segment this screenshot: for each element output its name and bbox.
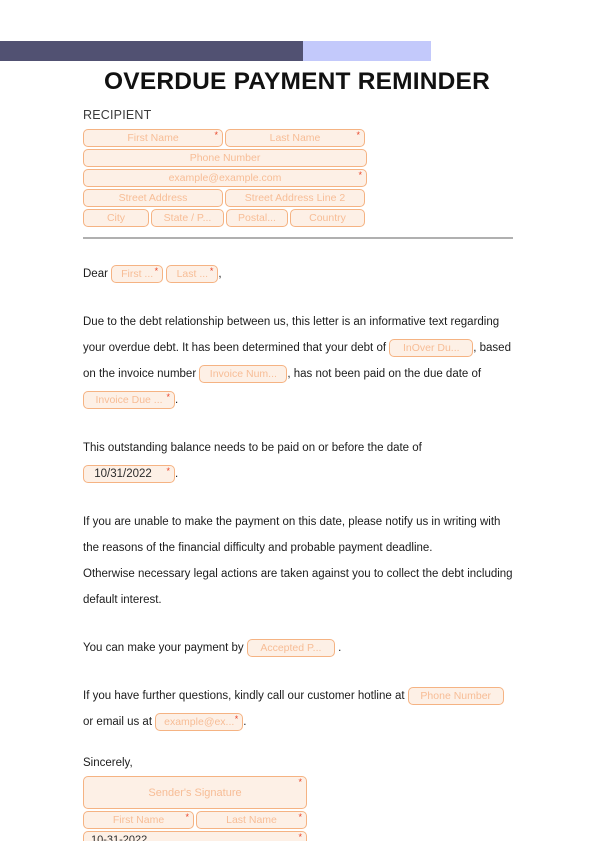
recipient-state-field[interactable]: State / P... [151, 209, 224, 227]
recipient-state-placeholder: State / P... [163, 212, 212, 224]
required-asterisk: * [209, 265, 214, 276]
recipient-email-field[interactable]: example@example.com * [83, 169, 367, 187]
invoice-due-date-placeholder: Invoice Due ... [95, 393, 163, 406]
hotline-phone-placeholder: Phone Number [420, 689, 492, 702]
required-asterisk: * [298, 777, 302, 787]
recipient-last-name-field[interactable]: Last Name * [225, 129, 365, 147]
signature-date-value: 10-31-2022 [91, 834, 148, 841]
paragraph-contact: If you have further questions, kindly ca… [83, 683, 513, 735]
salutation-last-name-placeholder: Last ... [176, 267, 209, 280]
overdue-amount-field[interactable]: InOver Du... [389, 338, 474, 357]
signature-date-field[interactable]: 10-31-2022 * [83, 831, 307, 841]
paragraph-debt: Due to the debt relationship between us,… [83, 309, 513, 413]
paragraph-balance-part2: . [175, 468, 179, 480]
paragraph-balance-part1: This outstanding balance needs to be pai… [83, 442, 422, 454]
invoice-number-placeholder: Invoice Num... [209, 367, 277, 380]
required-asterisk: * [214, 130, 218, 140]
document-page: OVERDUE PAYMENT REMINDER RECIPIENT First… [0, 0, 594, 841]
recipient-phone-field[interactable]: Phone Number [83, 149, 367, 167]
recipient-name-row: First Name * Last Name * [83, 129, 367, 147]
sender-last-name-placeholder: Last Name [226, 814, 277, 826]
paragraph-balance: This outstanding balance needs to be pai… [83, 435, 513, 487]
contact-email-placeholder: example@ex... [164, 715, 235, 728]
recipient-first-name-field[interactable]: First Name * [83, 129, 223, 147]
required-asterisk: * [358, 170, 362, 180]
sender-last-name-field[interactable]: Last Name * [196, 811, 307, 829]
recipient-locality-row: City State / P... Postal... Country [83, 209, 367, 227]
sender-name-row: First Name * Last Name * [83, 811, 513, 829]
salutation-prefix: Dear [83, 268, 108, 280]
header-bar-light [303, 41, 431, 61]
payment-due-date-value: 10/31/2022 [94, 467, 152, 480]
recipient-first-name-placeholder: First Name [127, 132, 179, 144]
hotline-phone-field[interactable]: Phone Number [407, 686, 504, 705]
header-accent-bars [0, 41, 431, 61]
invoice-number-field[interactable]: Invoice Num... [199, 364, 288, 383]
required-asterisk: * [298, 812, 302, 822]
recipient-city-placeholder: City [106, 212, 126, 224]
paragraph-debt-part3: , has not been paid on the due date of [287, 368, 482, 380]
recipient-section-label: RECIPIENT [83, 108, 152, 122]
paragraph-payment: You can make your payment by Accepted P.… [83, 635, 513, 661]
signature-block: Sincerely, Sender's Signature * First Na… [83, 757, 513, 841]
sender-signature-field[interactable]: Sender's Signature * [83, 776, 307, 809]
required-asterisk: * [166, 391, 170, 402]
recipient-postal-field[interactable]: Postal... [226, 209, 288, 227]
recipient-country-placeholder: Country [309, 212, 346, 224]
required-asterisk: * [185, 812, 189, 822]
paragraph-debt-part4: . [175, 394, 179, 406]
salutation-suffix: , [218, 268, 222, 280]
accepted-payment-placeholder: Accepted P... [260, 641, 322, 654]
overdue-amount-placeholder: InOver Du... [402, 341, 460, 354]
recipient-street-address-2-placeholder: Street Address Line 2 [244, 192, 346, 204]
required-asterisk: * [356, 130, 360, 140]
document-content: RECIPIENT First Name * Last Name * Phone… [83, 108, 513, 841]
recipient-street-address-field[interactable]: Street Address [83, 189, 223, 207]
sender-signature-placeholder: Sender's Signature [148, 786, 242, 799]
sender-first-name-placeholder: First Name [112, 814, 165, 826]
paragraph-notice: If you are unable to make the payment on… [83, 509, 513, 613]
recipient-postal-placeholder: Postal... [238, 212, 276, 224]
recipient-phone-placeholder: Phone Number [189, 152, 261, 164]
recipient-email-placeholder: example@example.com [168, 172, 282, 184]
required-asterisk: * [166, 465, 170, 476]
contact-email-field[interactable]: example@ex... * [155, 712, 244, 731]
paragraph-contact-part2: or email us at [83, 716, 153, 728]
salutation-first-name-placeholder: First ... [121, 267, 154, 280]
section-divider [83, 237, 513, 239]
payment-due-date-field[interactable]: 10/31/2022 * [83, 464, 175, 483]
recipient-phone-row: Phone Number [83, 149, 367, 167]
accepted-payment-field[interactable]: Accepted P... [246, 638, 335, 657]
recipient-street-row: Street Address Street Address Line 2 [83, 189, 367, 207]
recipient-street-address-2-field[interactable]: Street Address Line 2 [225, 189, 365, 207]
paragraph-notice-line1: If you are unable to make the payment on… [83, 516, 501, 554]
signature-closing: Sincerely, [83, 757, 133, 769]
recipient-city-field[interactable]: City [83, 209, 149, 227]
paragraph-contact-part1: If you have further questions, kindly ca… [83, 690, 405, 702]
sender-first-name-field[interactable]: First Name * [83, 811, 194, 829]
required-asterisk: * [154, 265, 159, 276]
recipient-street-address-placeholder: Street Address [118, 192, 188, 204]
salutation-last-name-field[interactable]: Last ... * [166, 264, 219, 283]
required-asterisk: * [234, 713, 239, 724]
paragraph-notice-line2: Otherwise necessary legal actions are ta… [83, 568, 513, 606]
paragraph-payment-part2: . [338, 642, 342, 654]
recipient-last-name-placeholder: Last Name [269, 132, 321, 144]
recipient-field-block: First Name * Last Name * Phone Number ex… [83, 129, 367, 227]
recipient-email-row: example@example.com * [83, 169, 367, 187]
paragraph-contact-part3: . [243, 716, 247, 728]
required-asterisk: * [298, 832, 302, 841]
header-bar-dark [0, 41, 303, 61]
page-title: OVERDUE PAYMENT REMINDER [104, 68, 490, 95]
recipient-country-field[interactable]: Country [290, 209, 365, 227]
salutation-first-name-field[interactable]: First ... * [111, 264, 164, 283]
paragraph-payment-part1: You can make your payment by [83, 642, 244, 654]
salutation-line: Dear First ... * Last ... * , [83, 261, 513, 287]
invoice-due-date-field[interactable]: Invoice Due ... * [83, 390, 175, 409]
